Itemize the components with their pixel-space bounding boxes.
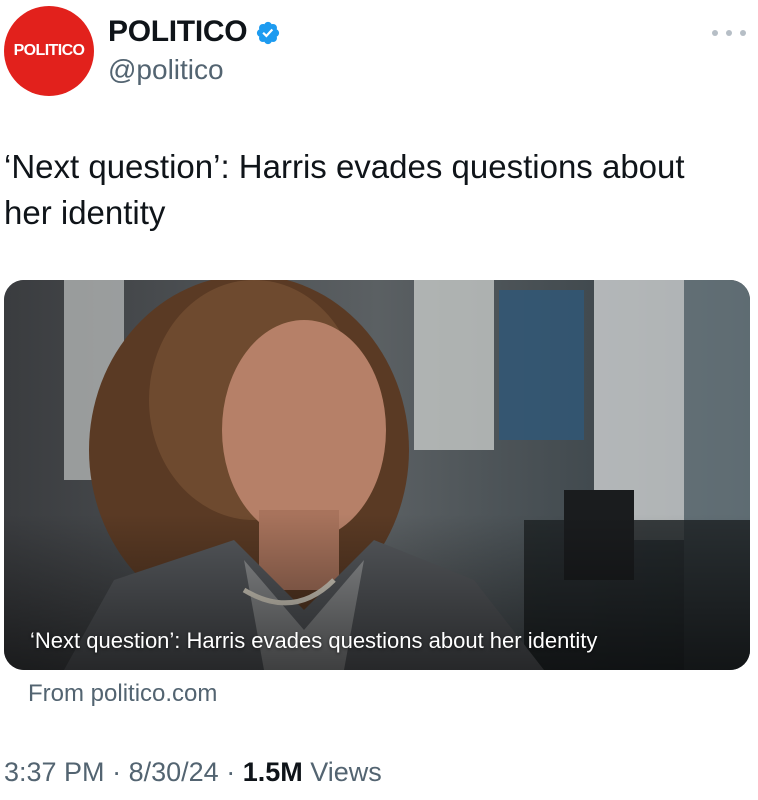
tweet-meta: 3:37 PM · 8/30/24 · 1.5M Views <box>4 757 382 788</box>
video-thumbnail-image <box>4 280 750 670</box>
author-block: POLITICO @politico <box>108 12 281 86</box>
verified-badge-icon <box>255 20 281 46</box>
tweet-date[interactable]: 8/30/24 <box>129 757 219 787</box>
handle[interactable]: @politico <box>108 54 281 86</box>
tweet-time[interactable]: 3:37 PM <box>4 757 105 787</box>
more-icon[interactable] <box>712 26 746 40</box>
name-row: POLITICO <box>108 12 281 52</box>
tweet: POLITICO POLITICO @politico ‘Next questi… <box>0 0 758 800</box>
link-card[interactable]: ‘Next question’: Harris evades questions… <box>4 280 750 670</box>
meta-separator: · <box>112 757 122 787</box>
views-label: Views <box>310 757 382 787</box>
more-dot <box>740 30 746 36</box>
views-count: 1.5M <box>242 757 303 787</box>
more-dot <box>712 30 718 36</box>
card-source[interactable]: From politico.com <box>28 680 217 708</box>
politico-logo: POLITICO <box>13 42 85 59</box>
tweet-text: ‘Next question’: Harris evades questions… <box>4 148 685 231</box>
meta-separator: · <box>226 757 236 787</box>
more-dot <box>726 30 732 36</box>
display-name[interactable]: POLITICO <box>108 15 248 49</box>
avatar[interactable]: POLITICO <box>4 6 94 96</box>
card-headline: ‘Next question’: Harris evades questions… <box>30 628 598 653</box>
